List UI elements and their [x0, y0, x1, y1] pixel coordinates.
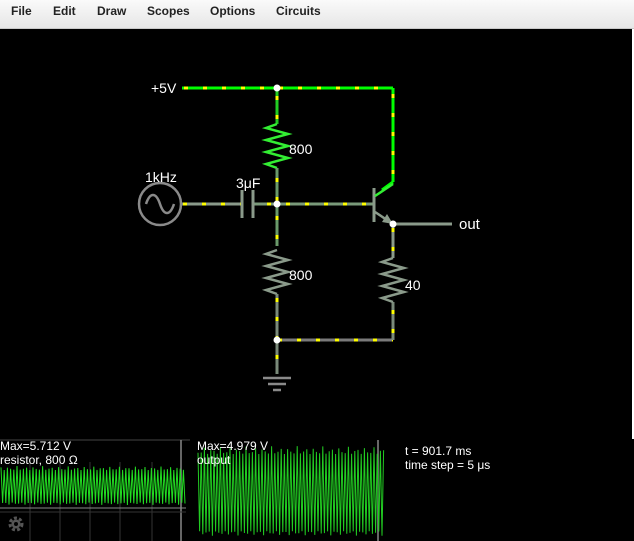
- capacitor[interactable]: [240, 190, 255, 218]
- capacitor-label: 3μF: [236, 175, 260, 191]
- node-ground[interactable]: [273, 336, 281, 344]
- collector-wire[interactable]: [381, 88, 395, 192]
- node-emitter[interactable]: [389, 220, 397, 228]
- ground-return-wire[interactable]: [277, 302, 395, 342]
- gear-icon[interactable]: [8, 516, 24, 532]
- scope-1-max-label: Max=5.712 V: [0, 439, 72, 453]
- scope-2-max-label: Max=4.979 V: [197, 439, 269, 453]
- output-label: out: [459, 216, 481, 233]
- re-label: 40: [405, 277, 421, 293]
- node-base[interactable]: [273, 200, 281, 208]
- resistor-re[interactable]: [377, 256, 409, 304]
- node-supply[interactable]: [273, 84, 281, 92]
- ac-source[interactable]: [137, 181, 183, 227]
- time-step: time step = 5 μs: [405, 458, 491, 472]
- scope-1-waveform: [0, 465, 186, 506]
- scope-2-element-label: output: [197, 453, 231, 467]
- supply-label: +5V: [151, 80, 177, 96]
- source-label: 1kHz: [145, 169, 177, 185]
- r2-label: 800: [289, 267, 313, 283]
- scope-1-element-label: resistor, 800 Ω: [0, 453, 78, 467]
- resistor-r2[interactable]: [261, 248, 293, 296]
- r1-label: 800: [289, 141, 313, 157]
- simulation-time: t = 901.7 ms: [405, 444, 472, 458]
- resistor-r1[interactable]: [261, 122, 293, 170]
- ground-symbol[interactable]: [263, 376, 291, 392]
- npn-transistor[interactable]: [372, 182, 394, 226]
- circuit-drawing[interactable]: +5V 1kHz 3μF 800 800 40 out: [0, 0, 634, 541]
